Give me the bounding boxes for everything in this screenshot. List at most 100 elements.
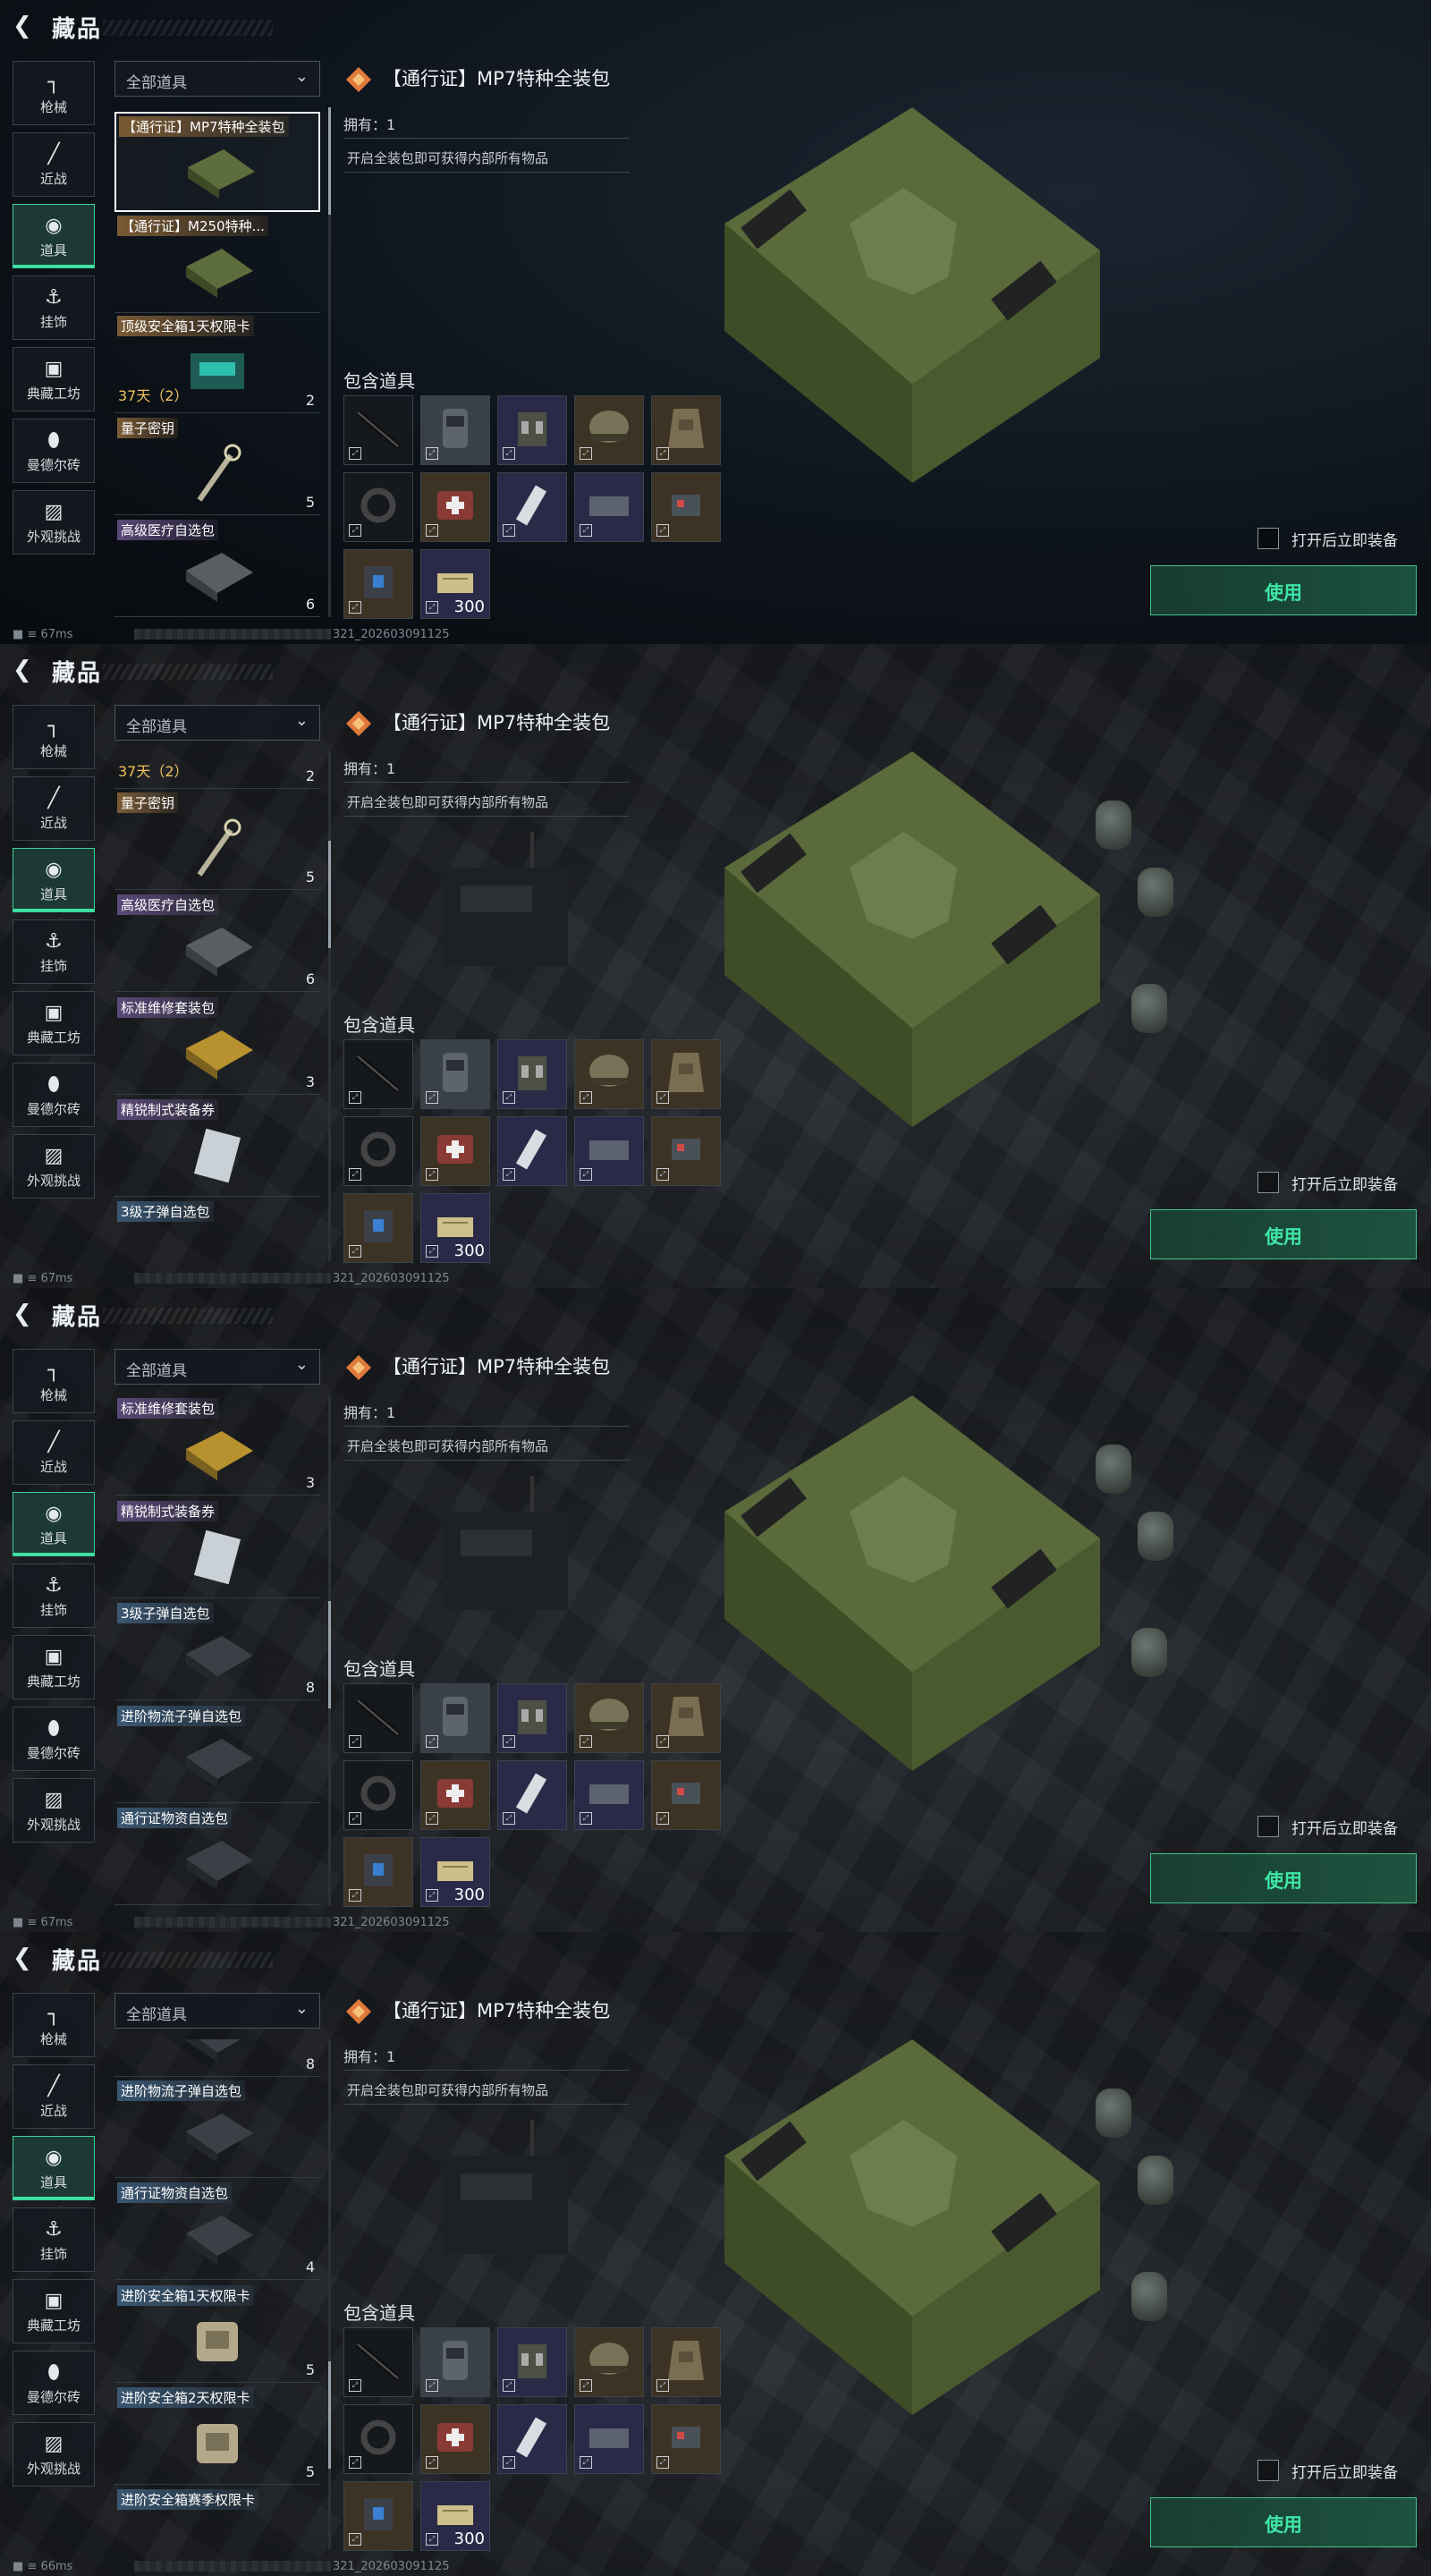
list-item[interactable]: 3级子弹自选包 8 [114, 1600, 320, 1700]
mp7-rifle-icon[interactable]: ⤢ [343, 2327, 413, 2397]
category-challenge[interactable]: ▨ 外观挑战 [13, 2422, 95, 2487]
list-item[interactable]: 进阶物流子弹自选包 [114, 2078, 320, 2178]
list-item[interactable]: 3级子弹自选包 [114, 1199, 320, 1261]
category-guns[interactable]: ┐ 枪械 [13, 705, 95, 769]
category-melee[interactable]: ╱ 近战 [13, 1420, 95, 1485]
bandage-icon[interactable]: ⤢ [497, 2404, 567, 2474]
back-arrow-icon[interactable]: ❮ [13, 1301, 39, 1327]
injector-icon[interactable]: ⤢ [651, 1116, 721, 1186]
body-armor-icon[interactable]: ⤢ [651, 1683, 721, 1753]
list-item[interactable]: 8 [114, 2039, 320, 2077]
repair-kit-icon[interactable]: ⤢ [574, 2404, 644, 2474]
category-workshop[interactable]: ▣ 典藏工坊 [13, 1635, 95, 1699]
medkit-icon[interactable]: ⤢ [420, 1760, 490, 1830]
category-guns[interactable]: ┐ 枪械 [13, 1993, 95, 2057]
list-item[interactable]: 通行证物资自选包 [114, 1805, 320, 1905]
category-guns[interactable]: ┐ 枪械 [13, 61, 95, 125]
filter-dropdown[interactable]: 全部道具 ⌄ [114, 1993, 320, 2029]
category-charms[interactable]: ⚓ 挂饰 [13, 1563, 95, 1628]
mp7-rifle-icon[interactable]: ⤢ [343, 395, 413, 465]
category-melee[interactable]: ╱ 近战 [13, 132, 95, 197]
pouch-strap-icon[interactable]: ⤢ [343, 472, 413, 542]
list-item[interactable]: 进阶物流子弹自选包 [114, 1703, 320, 1803]
medkit-icon[interactable]: ⤢ [420, 1116, 490, 1186]
category-melee[interactable]: ╱ 近战 [13, 776, 95, 841]
category-mandel-brick[interactable]: ⬮ 曼德尔砖 [13, 1707, 95, 1771]
repair-kit-icon[interactable]: ⤢ [574, 472, 644, 542]
pouch-strap-icon[interactable]: ⤢ [343, 1760, 413, 1830]
auto-equip-checkbox[interactable] [1257, 1816, 1279, 1837]
helmet-icon[interactable]: ⤢ [574, 1683, 644, 1753]
list-item[interactable]: 通行证物资自选包 4 [114, 2180, 320, 2280]
list-item[interactable]: 进阶安全箱1天权限卡 5 [114, 2283, 320, 2383]
category-mandel-brick[interactable]: ⬮ 曼德尔砖 [13, 1063, 95, 1127]
chest-rig-icon[interactable]: ⤢ [497, 395, 567, 465]
use-button[interactable]: 使用 [1150, 1209, 1417, 1259]
helmet-icon[interactable]: ⤢ [574, 395, 644, 465]
backpack-icon[interactable]: ⤢ [420, 2327, 490, 2397]
medical-case-icon[interactable]: ⤢ [343, 1193, 413, 1263]
back-arrow-icon[interactable]: ❮ [13, 13, 39, 39]
chest-rig-icon[interactable]: ⤢ [497, 1683, 567, 1753]
auto-equip-checkbox[interactable] [1257, 528, 1279, 549]
use-button[interactable]: 使用 [1150, 2497, 1417, 2547]
body-armor-icon[interactable]: ⤢ [651, 1039, 721, 1109]
repair-kit-icon[interactable]: ⤢ [574, 1760, 644, 1830]
chest-rig-icon[interactable]: ⤢ [497, 2327, 567, 2397]
body-armor-icon[interactable]: ⤢ [651, 395, 721, 465]
use-button[interactable]: 使用 [1150, 1853, 1417, 1903]
category-melee[interactable]: ╱ 近战 [13, 2064, 95, 2129]
medkit-icon[interactable]: ⤢ [420, 472, 490, 542]
medical-case-icon[interactable]: ⤢ [343, 549, 413, 619]
list-item[interactable]: 进阶安全箱赛季权限卡 [114, 2487, 320, 2549]
medical-case-icon[interactable]: ⤢ [343, 1837, 413, 1907]
repair-kit-icon[interactable]: ⤢ [574, 1116, 644, 1186]
injector-icon[interactable]: ⤢ [651, 2404, 721, 2474]
category-challenge[interactable]: ▨ 外观挑战 [13, 1134, 95, 1199]
category-charms[interactable]: ⚓ 挂饰 [13, 919, 95, 984]
list-item[interactable]: 精锐制式装备券 [114, 1498, 320, 1598]
bandage-icon[interactable]: ⤢ [497, 472, 567, 542]
backpack-icon[interactable]: ⤢ [420, 395, 490, 465]
mp7-rifle-icon[interactable]: ⤢ [343, 1039, 413, 1109]
list-item[interactable]: 高级医疗自选包 6 [114, 517, 320, 617]
category-items[interactable]: ◉ 道具 [13, 204, 95, 268]
list-item[interactable]: 精锐制式装备券 [114, 1097, 320, 1197]
medkit-icon[interactable]: ⤢ [420, 2404, 490, 2474]
back-arrow-icon[interactable]: ❮ [13, 657, 39, 683]
list-item[interactable]: 进阶安全箱2天权限卡 5 [114, 2385, 320, 2485]
list-item[interactable]: 高级医疗自选包 6 [114, 892, 320, 992]
list-scrollbar[interactable] [328, 107, 331, 617]
category-workshop[interactable]: ▣ 典藏工坊 [13, 347, 95, 411]
auto-equip-checkbox[interactable] [1257, 2460, 1279, 2481]
list-item[interactable]: 顶级安全箱1天权限卡 37天（2） 2 [114, 313, 320, 413]
ammo-box-icon[interactable]: ⤢ 300 [420, 549, 490, 619]
category-workshop[interactable]: ▣ 典藏工坊 [13, 991, 95, 1055]
pouch-strap-icon[interactable]: ⤢ [343, 2404, 413, 2474]
category-items[interactable]: ◉ 道具 [13, 1492, 95, 1556]
list-scrollbar[interactable] [328, 751, 331, 1261]
body-armor-icon[interactable]: ⤢ [651, 2327, 721, 2397]
filter-dropdown[interactable]: 全部道具 ⌄ [114, 1349, 320, 1385]
backpack-icon[interactable]: ⤢ [420, 1039, 490, 1109]
list-item[interactable]: 标准维修套装包 3 [114, 995, 320, 1095]
medical-case-icon[interactable]: ⤢ [343, 2481, 413, 2551]
category-items[interactable]: ◉ 道具 [13, 2136, 95, 2200]
ammo-box-icon[interactable]: ⤢ 300 [420, 1193, 490, 1263]
pouch-strap-icon[interactable]: ⤢ [343, 1116, 413, 1186]
list-scrollbar[interactable] [328, 1395, 331, 1905]
mp7-rifle-icon[interactable]: ⤢ [343, 1683, 413, 1753]
list-item[interactable]: 量子密钥 5 [114, 790, 320, 890]
chest-rig-icon[interactable]: ⤢ [497, 1039, 567, 1109]
category-items[interactable]: ◉ 道具 [13, 848, 95, 912]
category-guns[interactable]: ┐ 枪械 [13, 1349, 95, 1413]
helmet-icon[interactable]: ⤢ [574, 2327, 644, 2397]
list-scrollbar[interactable] [328, 2039, 331, 2549]
ammo-box-icon[interactable]: ⤢ 300 [420, 2481, 490, 2551]
category-mandel-brick[interactable]: ⬮ 曼德尔砖 [13, 2351, 95, 2415]
list-item[interactable]: 标准维修套装包 3 [114, 1395, 320, 1496]
filter-dropdown[interactable]: 全部道具 ⌄ [114, 705, 320, 741]
back-arrow-icon[interactable]: ❮ [13, 1945, 39, 1971]
auto-equip-checkbox[interactable] [1257, 1172, 1279, 1193]
backpack-icon[interactable]: ⤢ [420, 1683, 490, 1753]
